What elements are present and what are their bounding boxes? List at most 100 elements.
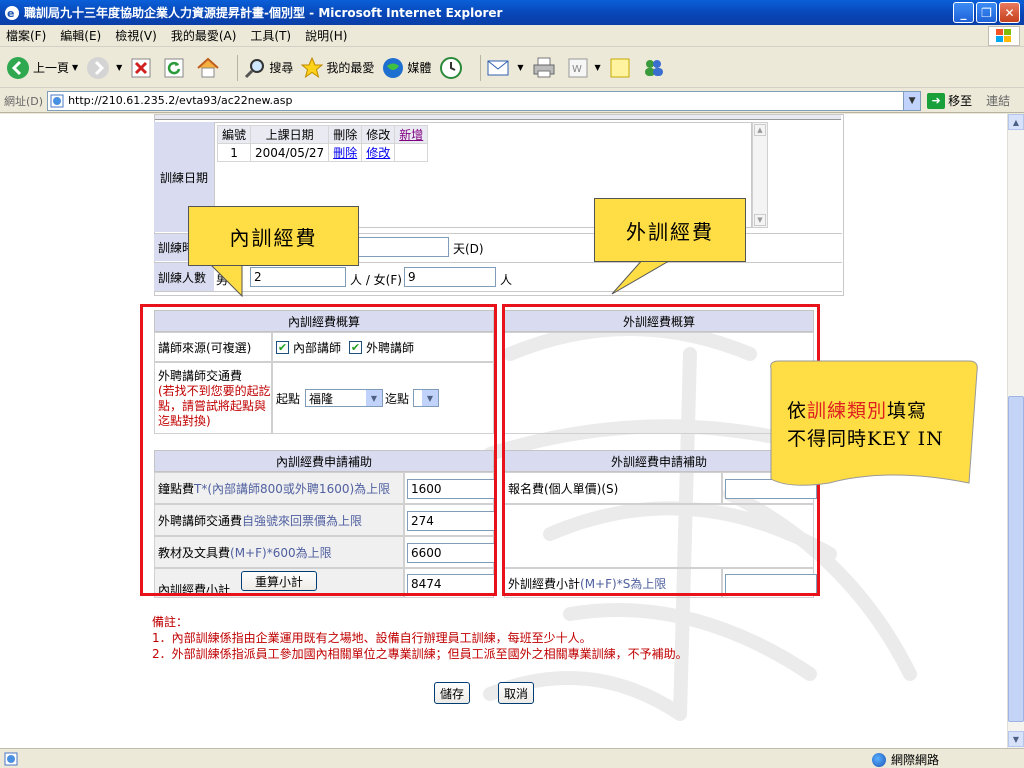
home-icon bbox=[197, 57, 219, 77]
note-prefix: 依 bbox=[787, 400, 808, 422]
address-dropdown-icon[interactable]: ▼ bbox=[903, 91, 921, 110]
cancel-button[interactable]: 取消 bbox=[498, 682, 534, 704]
forward-button[interactable]: ▼ bbox=[86, 56, 122, 80]
favorites-button[interactable]: 我的最愛 bbox=[301, 56, 375, 79]
row-date: 2004/05/27 bbox=[250, 143, 330, 162]
windows-logo-icon bbox=[988, 26, 1020, 46]
add-date-link[interactable]: 新增 bbox=[394, 125, 429, 144]
refresh-icon bbox=[164, 58, 184, 77]
page-status-icon bbox=[4, 752, 18, 765]
stop-button[interactable] bbox=[130, 57, 155, 79]
back-button[interactable]: 上一頁 ▼ bbox=[6, 56, 78, 80]
remarks: 備註： 1．內部訓練係指由企業運用既有之場地、設備自行辦理員工訓練，每班至少十人… bbox=[152, 614, 688, 662]
remarks-line1: 1．內部訓練係指由企業運用既有之場地、設備自行辦理員工訓練，每班至少十人。 bbox=[152, 631, 592, 645]
edit-button[interactable]: W ▼ bbox=[567, 57, 601, 79]
date-list-scrollbar[interactable]: ▲ ▼ bbox=[752, 122, 768, 228]
col-edit: 修改 bbox=[361, 125, 396, 144]
col-date: 上課日期 bbox=[250, 125, 330, 144]
col-delete: 刪除 bbox=[328, 125, 363, 144]
menu-help[interactable]: 說明(H) bbox=[305, 27, 347, 44]
stop-icon bbox=[131, 58, 151, 77]
zone-label: 網際網路 bbox=[891, 753, 940, 767]
internal-budget-highlight bbox=[140, 304, 497, 596]
person-unit-label: 人 bbox=[500, 273, 513, 287]
minimize-button[interactable]: _ bbox=[953, 2, 974, 23]
refresh-button[interactable] bbox=[163, 57, 188, 79]
ie-icon: e bbox=[5, 5, 19, 20]
internal-budget-callout: 內訓經費 bbox=[188, 206, 359, 266]
toolbar-separator bbox=[237, 54, 239, 81]
days-unit-label: 天(D) bbox=[453, 242, 484, 256]
edit-doc-icon: W bbox=[568, 58, 588, 77]
printer-icon bbox=[533, 57, 555, 77]
table-row: 1 2004/05/27 刪除 修改 bbox=[216, 143, 429, 162]
menu-view[interactable]: 檢視(V) bbox=[115, 27, 157, 44]
address-input[interactable]: http://210.61.235.2/evta93/ac22new.asp ▼ bbox=[47, 90, 922, 111]
media-icon bbox=[383, 57, 404, 78]
go-arrow-icon: ➜ bbox=[927, 92, 946, 109]
page-icon bbox=[50, 94, 64, 107]
restore-button[interactable]: ❐ bbox=[976, 2, 997, 23]
forward-arrow-icon bbox=[87, 56, 110, 79]
internet-zone-icon bbox=[872, 752, 886, 767]
remarks-title: 備註： bbox=[152, 615, 189, 629]
star-icon bbox=[301, 56, 324, 78]
status-bar: 網際網路 bbox=[0, 748, 1024, 768]
svg-text:e: e bbox=[7, 7, 14, 20]
toolbar-separator bbox=[480, 54, 482, 81]
page-content: 訓練日期 編號 上課日期 刪除 修改 新增 1 2004/05/27 刪除 修改 bbox=[0, 114, 1007, 748]
search-icon bbox=[245, 58, 265, 78]
scroll-thumb[interactable] bbox=[1008, 396, 1024, 722]
media-label: 媒體 bbox=[407, 61, 432, 75]
mail-icon bbox=[487, 60, 509, 75]
address-url: http://210.61.235.2/evta93/ac22new.asp bbox=[68, 94, 293, 107]
scroll-up-icon[interactable]: ▲ bbox=[1008, 114, 1024, 130]
favorites-label: 我的最愛 bbox=[326, 61, 375, 75]
back-label: 上一頁 bbox=[33, 61, 70, 75]
title-bar: e 職訓局九十三年度協助企業人力資源提昇計畫-個別型 - Microsoft I… bbox=[0, 0, 1024, 25]
menu-file[interactable]: 檔案(F) bbox=[6, 27, 46, 44]
close-button[interactable]: ✕ bbox=[999, 2, 1020, 23]
links-label[interactable]: 連結 bbox=[986, 92, 1010, 109]
row-empty bbox=[394, 143, 429, 162]
page-scrollbar[interactable]: ▲ ▼ bbox=[1007, 114, 1024, 748]
note-line2: 不得同時KEY IN bbox=[787, 428, 944, 450]
go-button[interactable]: ➜ 移至 bbox=[927, 92, 972, 109]
save-button[interactable]: 儲存 bbox=[434, 682, 470, 704]
window-title: 職訓局九十三年度協助企業人力資源提昇計畫-個別型 - Microsoft Int… bbox=[24, 6, 503, 20]
search-button[interactable]: 搜尋 bbox=[244, 57, 293, 79]
note-training-type: 訓練類別 bbox=[807, 400, 888, 422]
home-button[interactable] bbox=[196, 57, 223, 79]
history-button[interactable] bbox=[439, 56, 466, 80]
menu-edit[interactable]: 編輯(E) bbox=[60, 27, 101, 44]
history-icon bbox=[440, 56, 463, 79]
row-number: 1 bbox=[216, 143, 252, 162]
menu-tools[interactable]: 工具(T) bbox=[250, 27, 291, 44]
menu-favorites[interactable]: 我的最愛(A) bbox=[171, 27, 237, 44]
discuss-button[interactable] bbox=[609, 57, 634, 79]
address-bar: 網址(D) http://210.61.235.2/evta93/ac22new… bbox=[0, 89, 1024, 113]
training-hours-input[interactable] bbox=[349, 237, 449, 257]
remarks-line2: 2．外部訓練係指派員工參加國內相關單位之專業訓練；但員工派至國外之相關專業訓練，… bbox=[152, 647, 688, 661]
messenger-button[interactable] bbox=[642, 57, 669, 79]
note-suffix: 填寫 bbox=[887, 400, 928, 422]
svg-text:W: W bbox=[572, 64, 582, 75]
female-count-input[interactable]: 9 bbox=[404, 267, 496, 287]
note-icon bbox=[610, 58, 630, 77]
external-budget-callout: 外訓經費 bbox=[594, 198, 746, 262]
media-button[interactable]: 媒體 bbox=[382, 57, 431, 79]
edit-link[interactable]: 修改 bbox=[361, 143, 396, 162]
toolbar: 上一頁 ▼ ▼ 搜尋 我的最愛 媒體 ▼ W ▼ bbox=[0, 48, 1024, 88]
delete-link[interactable]: 刪除 bbox=[328, 143, 363, 162]
print-button[interactable] bbox=[532, 57, 559, 79]
security-zone: 網際網路 bbox=[872, 751, 939, 768]
training-date-table: 編號 上課日期 刪除 修改 新增 1 2004/05/27 刪除 修改 bbox=[216, 125, 429, 162]
search-label: 搜尋 bbox=[269, 61, 294, 75]
training-type-note: 依訓練類別填寫 不得同時KEY IN bbox=[787, 397, 944, 453]
menu-bar: 檔案(F) 編輯(E) 檢視(V) 我的最愛(A) 工具(T) 說明(H) bbox=[0, 25, 1024, 47]
mail-button[interactable]: ▼ bbox=[487, 58, 524, 78]
address-label: 網址(D) bbox=[4, 94, 44, 108]
scroll-down-icon[interactable]: ▼ bbox=[1008, 731, 1024, 747]
go-label: 移至 bbox=[948, 94, 973, 108]
back-arrow-icon bbox=[7, 56, 29, 79]
